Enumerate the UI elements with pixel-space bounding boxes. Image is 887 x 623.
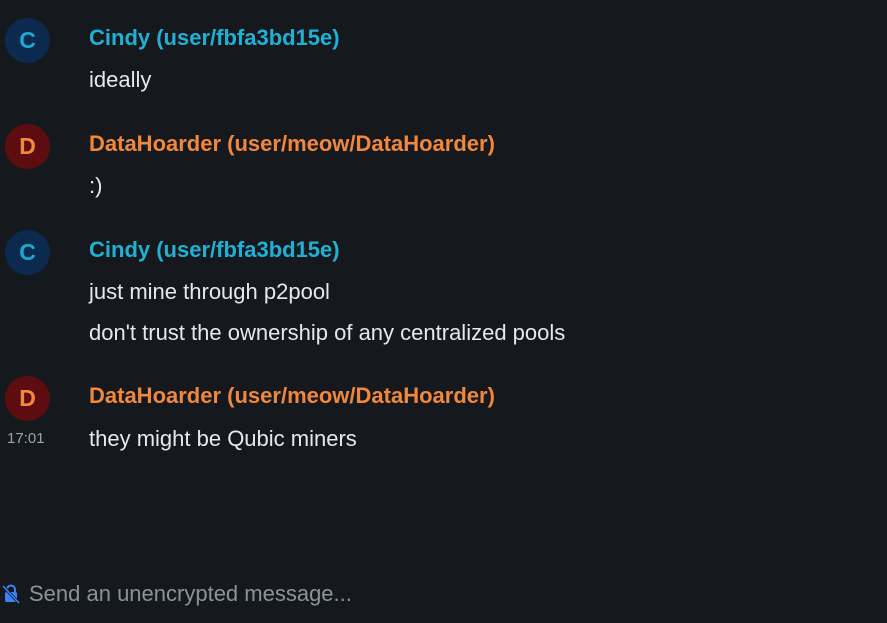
avatar[interactable]: D	[5, 376, 50, 421]
avatar[interactable]: D	[5, 124, 50, 169]
sender-name[interactable]: DataHoarder (user/meow/DataHoarder)	[89, 131, 495, 157]
message-input[interactable]	[29, 578, 849, 610]
chat-timeline: C Cindy (user/fbfa3bd15e) ideally D Data…	[0, 0, 887, 623]
message-text: ideally	[89, 67, 152, 92]
message-text: just mine through p2pool	[89, 279, 330, 304]
avatar[interactable]: C	[5, 18, 50, 63]
message-timestamp: 17:01	[7, 430, 45, 447]
message-composer	[0, 572, 887, 617]
sender-name[interactable]: Cindy (user/fbfa3bd15e)	[89, 25, 340, 51]
sender-name[interactable]: Cindy (user/fbfa3bd15e)	[89, 237, 340, 263]
avatar[interactable]: C	[5, 230, 50, 275]
sender-name[interactable]: DataHoarder (user/meow/DataHoarder)	[89, 383, 495, 409]
message-text: they might be Qubic miners	[89, 426, 357, 451]
message-text: don't trust the ownership of any central…	[89, 320, 566, 345]
unencrypted-lock-icon	[2, 584, 20, 604]
message-text: :)	[89, 173, 103, 198]
